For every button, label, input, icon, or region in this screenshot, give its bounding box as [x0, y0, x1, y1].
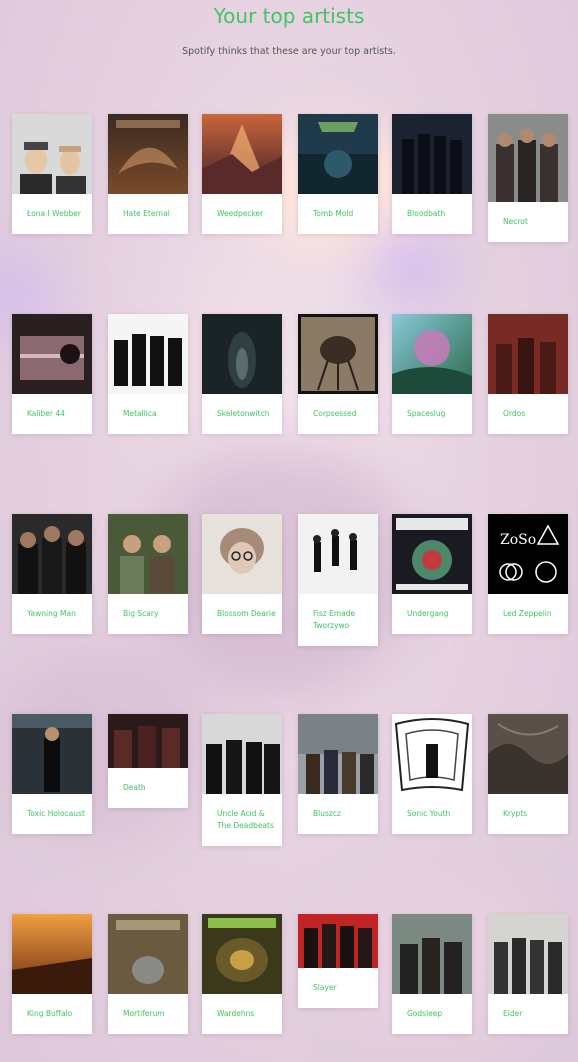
- artist-name[interactable]: Led Zeppelin: [488, 594, 568, 634]
- artist-card[interactable]: Łona I Webber: [12, 114, 92, 234]
- artist-name[interactable]: Mortiferum: [108, 994, 188, 1034]
- artist-name[interactable]: Slayer: [298, 968, 378, 1008]
- artist-name[interactable]: Kaliber 44: [12, 394, 92, 434]
- artist-card[interactable]: Godsleep: [392, 914, 472, 1034]
- artist-card[interactable]: Fisz Emade Tworzywo: [298, 514, 378, 646]
- artist-name[interactable]: Metallica: [108, 394, 188, 434]
- artist-card[interactable]: Corpsessed: [298, 314, 378, 434]
- artist-name[interactable]: Yawning Man: [12, 594, 92, 634]
- artist-card[interactable]: Big Scary: [108, 514, 188, 634]
- artist-name[interactable]: Elder: [488, 994, 568, 1034]
- artist-name[interactable]: Corpsessed: [298, 394, 378, 434]
- artist-card[interactable]: Skeletonwitch: [202, 314, 282, 434]
- artist-card[interactable]: Tomb Mold: [298, 114, 378, 234]
- artist-name[interactable]: Big Scary: [108, 594, 188, 634]
- artist-image: [392, 714, 472, 794]
- artist-image: [108, 314, 188, 394]
- artist-image: [392, 114, 472, 194]
- artist-image: [108, 114, 188, 194]
- artist-card[interactable]: Bloodbath: [392, 114, 472, 234]
- artist-name[interactable]: Ordos: [488, 394, 568, 434]
- artist-name[interactable]: Krypts: [488, 794, 568, 834]
- artist-image: [202, 514, 282, 594]
- artist-card[interactable]: Krypts: [488, 714, 568, 834]
- artist-image: [12, 914, 92, 994]
- artist-name[interactable]: Sonic Youth: [392, 794, 472, 834]
- artist-card[interactable]: Hate Eternal: [108, 114, 188, 234]
- artist-image: [12, 114, 92, 194]
- artist-card[interactable]: Yawning Man: [12, 514, 92, 634]
- artist-name[interactable]: Death: [108, 768, 188, 808]
- artist-card[interactable]: Mortiferum: [108, 914, 188, 1034]
- artist-card[interactable]: Blossom Dearie: [202, 514, 282, 634]
- artist-image: [12, 714, 92, 794]
- artist-name[interactable]: Spaceslug: [392, 394, 472, 434]
- artist-image: [392, 914, 472, 994]
- artist-image: [108, 714, 188, 768]
- artist-card[interactable]: Toxic Holocaust: [12, 714, 92, 834]
- artist-card[interactable]: ZoSo Led Zeppelin: [488, 514, 568, 634]
- artist-name[interactable]: Toxic Holocaust: [12, 794, 92, 834]
- artist-name[interactable]: Uncle Acid & The Deadbeats: [202, 794, 282, 846]
- artist-image: [488, 314, 568, 394]
- artist-image: [108, 914, 188, 994]
- artist-card[interactable]: Metallica: [108, 314, 188, 434]
- artist-image: [202, 114, 282, 194]
- artist-card[interactable]: Spaceslug: [392, 314, 472, 434]
- artist-name[interactable]: Weedpecker: [202, 194, 282, 234]
- artist-card[interactable]: Weedpecker: [202, 114, 282, 234]
- artist-image: [392, 514, 472, 594]
- artist-image: [12, 314, 92, 394]
- artist-image: ZoSo: [488, 514, 568, 594]
- artist-name[interactable]: Skeletonwitch: [202, 394, 282, 434]
- artist-image: [12, 514, 92, 594]
- artist-card[interactable]: Uncle Acid & The Deadbeats: [202, 714, 282, 846]
- svg-text:ZoSo: ZoSo: [500, 532, 536, 548]
- artist-card[interactable]: Ordos: [488, 314, 568, 434]
- artist-image: [298, 714, 378, 794]
- artist-name[interactable]: Hate Eternal: [108, 194, 188, 234]
- artist-card[interactable]: Kaliber 44: [12, 314, 92, 434]
- artist-image: [298, 514, 378, 594]
- artist-image: [488, 114, 568, 202]
- artist-image: [298, 314, 378, 394]
- artist-image: [202, 914, 282, 994]
- artist-image: [202, 714, 282, 794]
- artist-card[interactable]: King Buffalo: [12, 914, 92, 1034]
- artist-name[interactable]: Necrot: [488, 202, 568, 242]
- artist-card[interactable]: Death: [108, 714, 188, 808]
- artist-card[interactable]: Bluszcz: [298, 714, 378, 834]
- artist-card[interactable]: Slayer: [298, 914, 378, 1008]
- artist-name[interactable]: Łona I Webber: [12, 194, 92, 234]
- artist-image: [108, 514, 188, 594]
- artist-name[interactable]: Wardehns: [202, 994, 282, 1034]
- artist-image: [392, 314, 472, 394]
- page-title: Your top artists: [213, 4, 365, 28]
- artist-card[interactable]: Necrot: [488, 114, 568, 242]
- artist-name[interactable]: King Buffalo: [12, 994, 92, 1034]
- artist-card[interactable]: Undergang: [392, 514, 472, 634]
- artist-image: [298, 914, 378, 968]
- artist-card[interactable]: Wardehns: [202, 914, 282, 1034]
- artist-image: [202, 314, 282, 394]
- artist-card[interactable]: Elder: [488, 914, 568, 1034]
- artist-image: [298, 114, 378, 194]
- artist-name[interactable]: Undergang: [392, 594, 472, 634]
- artist-name[interactable]: Bluszcz: [298, 794, 378, 834]
- artist-name[interactable]: Tomb Mold: [298, 194, 378, 234]
- artist-image: [488, 714, 568, 794]
- artist-name[interactable]: Blossom Dearie: [202, 594, 282, 634]
- artist-name[interactable]: Godsleep: [392, 994, 472, 1034]
- artist-image: [488, 914, 568, 994]
- page-subtitle: Spotify thinks that these are your top a…: [182, 46, 396, 57]
- artist-card[interactable]: Sonic Youth: [392, 714, 472, 834]
- artist-name[interactable]: Fisz Emade Tworzywo: [298, 594, 378, 646]
- artist-name[interactable]: Bloodbath: [392, 194, 472, 234]
